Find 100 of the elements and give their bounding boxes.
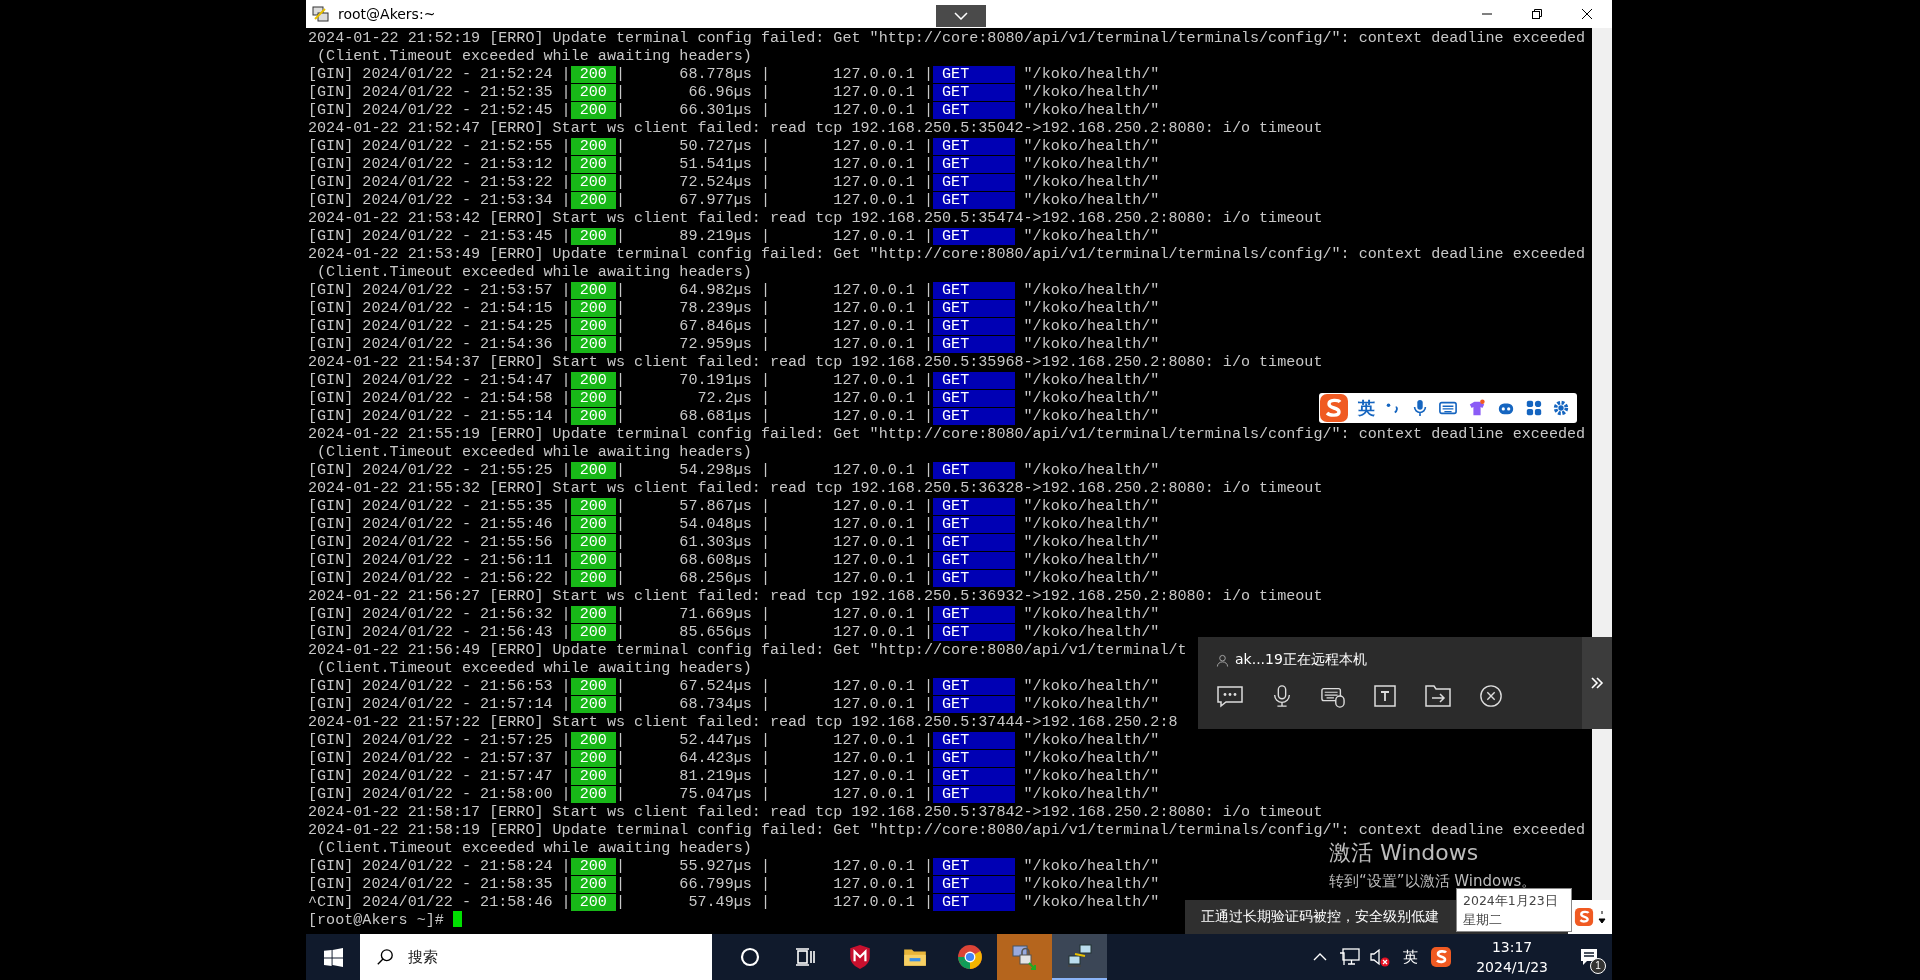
request-path: "/koko/health/": [1023, 83, 1160, 101]
request-stats: | 66.799µs | 127.0.0.1 |: [615, 875, 933, 893]
activation-notice-text: 转到“设置”以激活 Windows。: [1329, 872, 1537, 891]
speaker-muted-icon[interactable]: [1369, 947, 1392, 967]
chat-icon[interactable]: [1216, 684, 1244, 708]
log-line: (Client.Timeout exceeded while awaiting headers): [316, 659, 752, 677]
clock[interactable]: 13:17 2024/1/23: [1466, 937, 1558, 977]
log-prefix: [GIN] 2024/01/22 - 21:52:24 |: [308, 65, 571, 83]
http-method: GET: [933, 192, 1015, 209]
status-code: 200: [570, 84, 616, 101]
status-code: 200: [570, 282, 616, 299]
http-method: GET: [933, 750, 1015, 767]
text-cursor: [452, 911, 462, 927]
search-field[interactable]: 搜索: [360, 934, 712, 980]
network-icon[interactable]: [1339, 947, 1362, 967]
http-method: GET: [933, 372, 1015, 389]
request-path: "/koko/health/": [1023, 317, 1160, 335]
tooltip-date: 2024年1月23日: [1463, 892, 1559, 910]
status-code: 200: [570, 570, 616, 587]
lock-icon: [1010, 943, 1039, 971]
microphone-icon[interactable]: [1271, 683, 1293, 709]
log-prefix: [GIN] 2024/01/22 - 21:54:47 |: [308, 371, 571, 389]
http-method: GET: [933, 678, 1015, 695]
text-box-icon[interactable]: [1373, 684, 1397, 708]
request-path: "/koko/health/": [1023, 101, 1160, 119]
log-line: 2024-01-22 21:52:47 [ERRO] Start ws client failed: read tcp 192.168.250.5:35042->192.168.250.2:8080: i/o timeout: [308, 119, 1323, 137]
log-prefix: [GIN] 2024/01/22 - 21:57:37 |: [308, 749, 571, 767]
log-prefix: [GIN] 2024/01/22 - 21:55:56 |: [308, 533, 571, 551]
log-prefix: [GIN] 2024/01/22 - 21:54:58 |: [308, 389, 571, 407]
log-prefix: [GIN] 2024/01/22 - 21:52:55 |: [308, 137, 571, 155]
http-method: GET: [933, 408, 1015, 425]
close-icon[interactable]: [1479, 684, 1503, 708]
request-path: "/koko/health/": [1023, 551, 1160, 569]
request-stats: | 68.734µs | 127.0.0.1 |: [615, 695, 933, 713]
shirt-icon[interactable]: [1467, 399, 1487, 417]
input-mode-button[interactable]: 英: [1358, 396, 1375, 420]
request-stats: | 52.447µs | 127.0.0.1 |: [615, 731, 933, 749]
log-prefix: [GIN] 2024/01/22 - 21:52:35 |: [308, 83, 571, 101]
collapse-toolbar-button[interactable]: [936, 5, 986, 27]
ime-logo-icon[interactable]: [1430, 946, 1453, 968]
network-computers-icon: [1065, 942, 1094, 970]
request-path: "/koko/health/": [1023, 893, 1160, 911]
log-prefix: [GIN] 2024/01/22 - 21:53:57 |: [308, 281, 571, 299]
request-stats: | 66.96µs | 127.0.0.1 |: [615, 83, 933, 101]
request-path: "/koko/health/": [1023, 533, 1160, 551]
status-code: 200: [570, 516, 616, 533]
window-title: root@Akers:~: [338, 6, 436, 22]
request-path: "/koko/health/": [1023, 335, 1160, 353]
http-method: GET: [933, 606, 1015, 623]
request-path: "/koko/health/": [1023, 227, 1160, 245]
status-code: 200: [570, 858, 616, 875]
http-method: GET: [933, 768, 1015, 785]
request-stats: | 68.608µs | 127.0.0.1 |: [615, 551, 933, 569]
keyboard-icon[interactable]: [1438, 399, 1458, 417]
log-prefix: [GIN] 2024/01/22 - 21:54:36 |: [308, 335, 571, 353]
http-method: GET: [933, 696, 1015, 713]
up-down-icon[interactable]: [1598, 910, 1606, 924]
log-line: 2024-01-22 21:58:17 [ERRO] Start ws client failed: read tcp 192.168.250.5:37842->192.168.250.2:8080: i/o timeout: [308, 803, 1323, 821]
taskbar-app[interactable]: [1052, 934, 1107, 980]
status-code: 200: [570, 462, 616, 479]
settings-icon[interactable]: [1552, 399, 1570, 417]
request-path: "/koko/health/": [1023, 623, 1160, 641]
activation-notice-title: 激活 Windows: [1329, 839, 1480, 867]
tooltip-weekday: 星期二: [1463, 911, 1503, 929]
folder-transfer-icon[interactable]: [1424, 684, 1452, 708]
request-path: "/koko/health/": [1023, 767, 1160, 785]
request-stats: | 81.219µs | 127.0.0.1 |: [615, 767, 933, 785]
search-icon: [376, 948, 394, 966]
request-stats: | 50.727µs | 127.0.0.1 |: [615, 137, 933, 155]
status-code: 200: [570, 372, 616, 389]
request-stats: | 72.2µs | 127.0.0.1 |: [615, 389, 933, 407]
request-stats: | 75.047µs | 127.0.0.1 |: [615, 785, 933, 803]
status-code: 200: [570, 534, 616, 551]
log-line: 2024-01-22 21:53:49 [ERRO] Update terminal config failed: Get "http://core:8080/api/v1/terminal/terminals/config/": context deadline exceeded: [308, 245, 1586, 263]
log-line: (Client.Timeout exceeded while awaiting headers): [316, 839, 752, 857]
microphone-icon[interactable]: [1411, 399, 1429, 417]
http-method: GET: [933, 282, 1015, 299]
request-path: "/koko/health/": [1023, 569, 1160, 587]
chevron-down-icon: [954, 12, 968, 20]
log-line: (Client.Timeout exceeded while awaiting headers): [316, 47, 752, 65]
status-code: 200: [570, 894, 616, 911]
status-code: 200: [570, 750, 616, 767]
http-method: GET: [933, 858, 1015, 875]
browser-icon: [956, 944, 983, 970]
request-path: "/koko/health/": [1023, 785, 1160, 803]
log-prefix: [GIN] 2024/01/22 - 21:53:45 |: [308, 227, 571, 245]
request-stats: | 54.048µs | 127.0.0.1 |: [615, 515, 933, 533]
notification-center-button[interactable]: 1: [1566, 934, 1612, 980]
grid-icon[interactable]: [1525, 399, 1543, 417]
log-line: (Client.Timeout exceeded while awaiting headers): [316, 443, 752, 461]
caret-up-icon: [1313, 952, 1328, 962]
log-prefix: [GIN] 2024/01/22 - 21:54:25 |: [308, 317, 571, 335]
request-path: "/koko/health/": [1023, 137, 1160, 155]
request-stats: | 61.303µs | 127.0.0.1 |: [615, 533, 933, 551]
http-method: GET: [933, 624, 1015, 641]
expand-panel-button[interactable]: [1582, 637, 1612, 729]
notification-text: 正通过长期验证码被控，安全级别低建: [1200, 908, 1439, 926]
input-mode-button[interactable]: 英: [1399, 943, 1423, 971]
log-prefix: [GIN] 2024/01/22 - 21:54:15 |: [308, 299, 571, 317]
request-stats: | 68.256µs | 127.0.0.1 |: [615, 569, 933, 587]
